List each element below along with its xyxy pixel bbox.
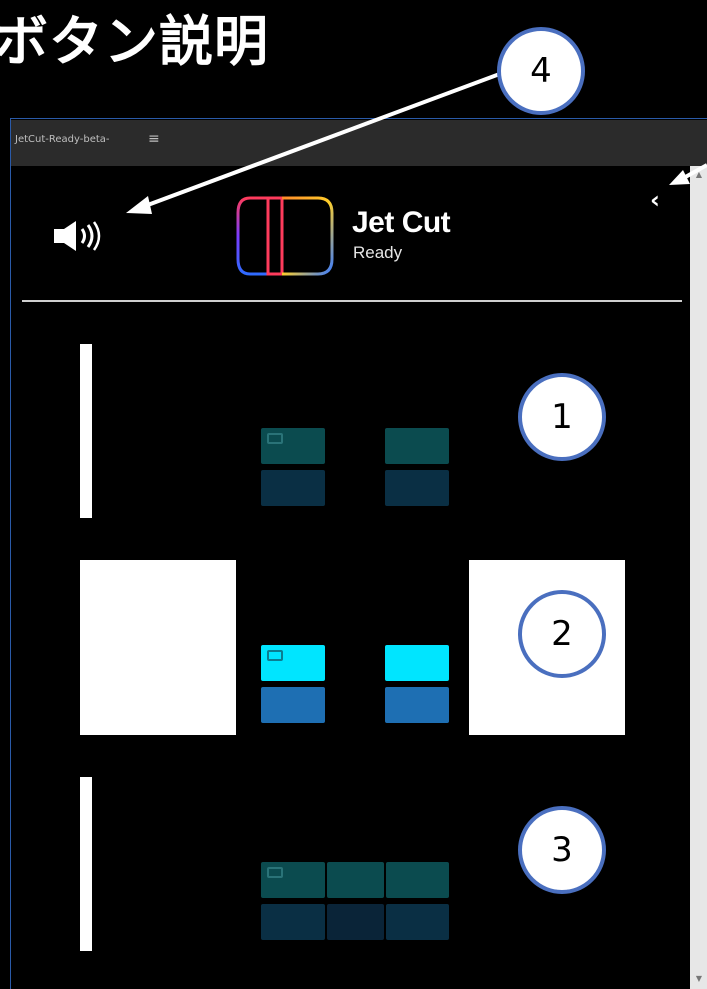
mode1-marker-bar (80, 344, 92, 518)
mode2-left-panel[interactable] (80, 560, 236, 735)
mode1-video-clip-b[interactable] (385, 428, 449, 464)
mode3-audio-clip-mid[interactable] (327, 904, 384, 940)
mode3-video-clip-a[interactable] (261, 862, 325, 898)
callout-1: 1 (518, 373, 606, 461)
callout-4: 4 (497, 27, 585, 115)
mode3-audio-clip-b[interactable] (386, 904, 449, 940)
mode2-audio-clip-a[interactable] (261, 687, 325, 723)
mode3-video-clip-mid[interactable] (327, 862, 384, 898)
mode1-audio-clip-a[interactable] (261, 470, 325, 506)
mode3-audio-clip-a[interactable] (261, 904, 325, 940)
mode1-audio-clip-b[interactable] (385, 470, 449, 506)
mode2-video-clip-a[interactable] (261, 645, 325, 681)
mode3-marker-bar (80, 777, 92, 951)
callout-3: 3 (518, 806, 606, 894)
callout-2: 2 (518, 590, 606, 678)
mode2-audio-clip-b[interactable] (385, 687, 449, 723)
mode2-video-clip-b[interactable] (385, 645, 449, 681)
mode1-video-clip-a[interactable] (261, 428, 325, 464)
mode3-video-clip-b[interactable] (386, 862, 449, 898)
